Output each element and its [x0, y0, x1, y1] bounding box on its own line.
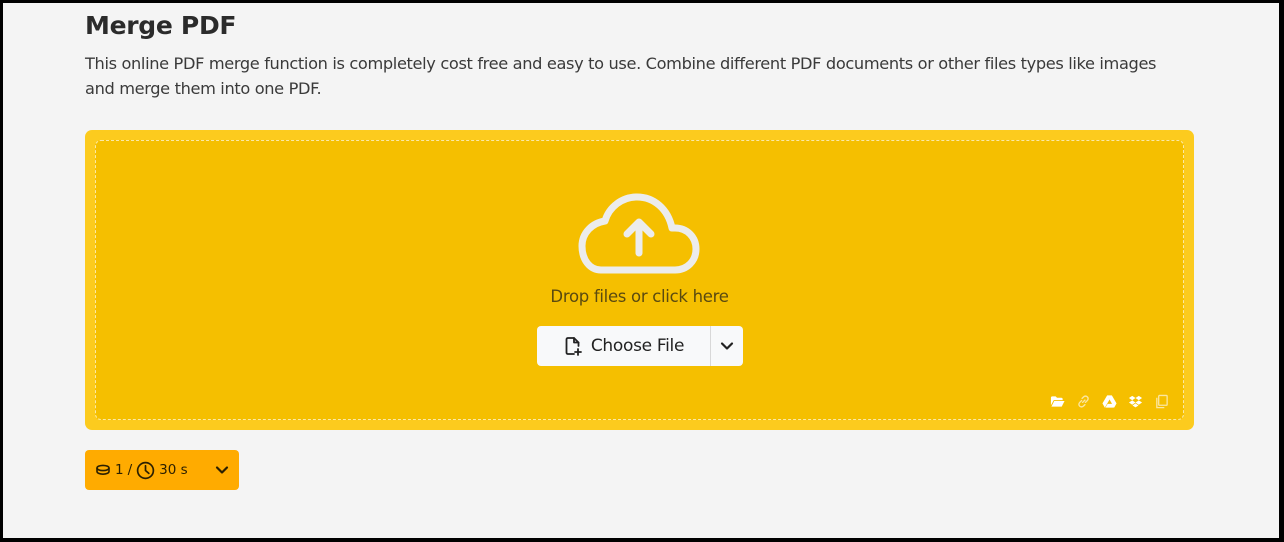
google-drive-button[interactable]	[1101, 393, 1117, 409]
page-description: This online PDF merge function is comple…	[85, 54, 1157, 98]
cloud-upload-icon	[578, 193, 700, 274]
choose-file-dropdown-button[interactable]	[711, 326, 743, 366]
choose-file-label: Choose File	[590, 336, 685, 356]
chevron-down-icon	[720, 342, 734, 350]
page: Merge PDF This online PDF merge function…	[3, 3, 1279, 538]
clipboard-button[interactable]	[1153, 393, 1169, 409]
page-title: Merge PDF	[85, 11, 237, 40]
link-button[interactable]	[1075, 393, 1091, 409]
folder-button[interactable]	[1049, 393, 1065, 409]
task-limits-dropdown[interactable]: 1 / 30 s	[85, 450, 239, 490]
limits-separator: /	[127, 462, 133, 478]
choose-file-button[interactable]: Choose File	[537, 326, 711, 366]
link-icon	[1077, 394, 1089, 408]
upload-sources	[1049, 393, 1169, 409]
file-dropzone[interactable]: Drop files or click here Choose File	[85, 130, 1194, 430]
coins-icon	[95, 463, 111, 477]
chevron-down-icon	[215, 465, 229, 475]
google-drive-icon	[1101, 394, 1117, 408]
clipboard-icon	[1155, 394, 1168, 408]
credits-value: 1	[115, 462, 124, 478]
drop-files-prompt: Drop files or click here	[550, 287, 729, 306]
choose-file-group: Choose File	[537, 326, 743, 366]
time-limit-value: 30 s	[159, 462, 188, 478]
dropzone-inner-area[interactable]: Drop files or click here Choose File	[95, 140, 1184, 420]
dropbox-button[interactable]	[1127, 393, 1143, 409]
clock-icon	[136, 461, 155, 480]
file-add-icon	[565, 337, 582, 356]
dropbox-icon	[1128, 395, 1142, 407]
folder-icon	[1050, 395, 1065, 407]
